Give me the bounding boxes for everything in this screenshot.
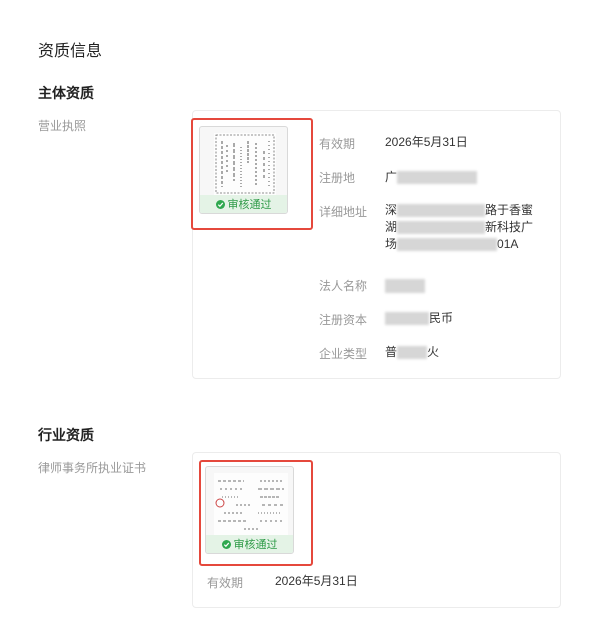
- check-circle-icon: [215, 199, 225, 209]
- address-label: 详细地址: [319, 205, 368, 219]
- redacted-text: [397, 238, 498, 252]
- registration-place-label: 注册地: [319, 171, 356, 185]
- redacted-text: [397, 346, 428, 360]
- section-title-subject: 主体资质: [38, 85, 94, 101]
- law-firm-license-card: 审核通过 有效期 2026年5月31日: [192, 452, 561, 608]
- redacted-text: [385, 278, 425, 293]
- registration-place-value: 广: [385, 169, 478, 186]
- company-type-label: 企业类型: [319, 347, 368, 361]
- legal-representative-value: [385, 277, 425, 294]
- business-license-highlight: 审核通过: [191, 118, 313, 230]
- law-firm-license-label: 律师事务所执业证书: [38, 461, 147, 475]
- approved-status-text: 审核通过: [227, 199, 272, 211]
- business-license-label: 营业执照: [38, 119, 87, 133]
- check-circle-icon: [221, 539, 231, 549]
- legal-representative-label: 法人名称: [319, 279, 368, 293]
- redacted-text: [397, 221, 486, 235]
- law-firm-license-image: [214, 473, 288, 535]
- section-title-industry: 行业资质: [38, 427, 94, 443]
- redacted-text: [397, 171, 478, 185]
- registered-capital-label: 注册资本: [319, 313, 368, 327]
- certificate-validity-value: 2026年5月31日: [275, 574, 358, 588]
- validity-label: 有效期: [319, 137, 356, 151]
- redacted-text: [385, 312, 429, 326]
- validity-value: 2026年5月31日: [385, 135, 468, 149]
- law-firm-license-highlight: 审核通过: [199, 460, 313, 566]
- registered-capital-value: 民币: [385, 310, 453, 327]
- page-title: 资质信息: [38, 43, 103, 60]
- law-firm-license-approved-badge: 审核通过: [206, 535, 293, 553]
- law-firm-license-thumbnail[interactable]: 审核通过: [205, 466, 294, 554]
- approved-status-text: 审核通过: [233, 539, 278, 551]
- business-license-thumbnail[interactable]: 审核通过: [199, 126, 288, 214]
- address-value: 深路于香蜜 湖新科技广 场 01A: [385, 203, 534, 252]
- business-license-card: 审核通过 有效期 2026年5月31日 注册地 广 详细地址 深路于香蜜 湖新科…: [191, 110, 561, 379]
- company-type-value: 普火: [385, 345, 440, 360]
- business-license-image: [214, 133, 276, 195]
- business-license-approved-badge: 审核通过: [200, 195, 287, 213]
- certificate-validity-label: 有效期: [207, 576, 244, 590]
- redacted-text: [397, 204, 486, 218]
